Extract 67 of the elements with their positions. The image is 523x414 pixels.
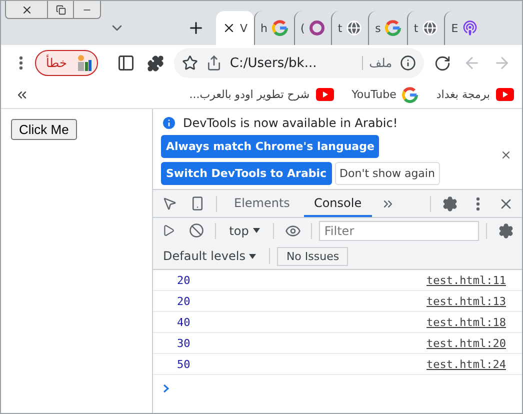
bookmark[interactable]: شرح تطوير اودو بالعرب... bbox=[189, 88, 334, 101]
bookmark[interactable]: YouTube bbox=[352, 86, 418, 102]
log-value: 50 bbox=[177, 358, 190, 370]
dropdown-arrow-icon bbox=[252, 228, 260, 233]
log-value: 20 bbox=[177, 294, 190, 308]
puzzle-icon bbox=[147, 54, 164, 72]
more-options-icon bbox=[476, 196, 480, 210]
settings-icon bbox=[498, 222, 514, 238]
log-value: 40 bbox=[177, 316, 190, 328]
context-dropdown[interactable]: top bbox=[223, 222, 266, 238]
profile-button[interactable]: خطأ bbox=[35, 50, 98, 76]
browser-tab[interactable]: E bbox=[444, 11, 484, 45]
reload-icon bbox=[434, 54, 450, 72]
info-icon bbox=[161, 115, 177, 131]
infobar-button[interactable]: Switch DevTools to Arabic bbox=[161, 162, 332, 185]
source-link[interactable]: test.html:18 bbox=[426, 316, 506, 328]
eye-icon bbox=[284, 222, 301, 238]
prompt-icon bbox=[163, 384, 169, 393]
ring-icon bbox=[308, 20, 325, 36]
broadcast-icon bbox=[462, 20, 478, 36]
source-link[interactable]: test.html:13 bbox=[426, 294, 506, 308]
source-link[interactable]: test.html:20 bbox=[426, 336, 506, 350]
devtools-tab[interactable]: Elements bbox=[224, 190, 300, 217]
address-field[interactable]: C:/Users/bk... bbox=[230, 56, 354, 70]
forward-arrow-icon bbox=[493, 54, 511, 72]
google-icon bbox=[384, 20, 401, 36]
log-value: 30 bbox=[177, 336, 190, 350]
browser-tab[interactable]: t bbox=[406, 11, 444, 45]
share-icon[interactable] bbox=[206, 55, 222, 71]
google-icon bbox=[402, 86, 418, 102]
click-me-button[interactable]: Click Me bbox=[11, 119, 77, 140]
side-panel-icon bbox=[116, 54, 135, 72]
play-icon bbox=[162, 224, 176, 237]
source-link[interactable]: test.html:11 bbox=[426, 274, 506, 286]
plus-icon bbox=[187, 19, 205, 37]
infobar-message: DevTools is now available in Arabic! bbox=[183, 116, 398, 130]
close-icon[interactable] bbox=[222, 21, 236, 35]
issues-button[interactable]: No Issues bbox=[277, 246, 348, 266]
ban-icon bbox=[188, 223, 204, 238]
info-icon[interactable] bbox=[400, 55, 416, 71]
browser-tab[interactable]: s bbox=[368, 11, 407, 45]
source-link[interactable]: test.html:24 bbox=[426, 358, 506, 370]
video-play-icon bbox=[496, 88, 514, 101]
bookmark[interactable]: برمجة بغداد bbox=[436, 88, 514, 101]
log-value: 20 bbox=[177, 274, 190, 286]
browser-tab[interactable]: t bbox=[330, 11, 368, 45]
bookmark-star-icon[interactable] bbox=[182, 55, 198, 71]
close-icon[interactable] bbox=[500, 149, 512, 161]
browser-tab[interactable]: h bbox=[254, 11, 294, 45]
restore-icon bbox=[56, 4, 66, 14]
infobar-button[interactable]: Always match Chrome's language bbox=[161, 135, 380, 158]
pointer-icon bbox=[162, 196, 176, 211]
settings-icon bbox=[442, 196, 458, 212]
close-icon bbox=[20, 4, 32, 16]
scheme-label: ملف bbox=[362, 56, 392, 70]
dropdown-arrow-icon bbox=[249, 254, 256, 258]
filter-field[interactable]: Filter bbox=[319, 220, 480, 240]
infobar-button[interactable]: Don't show again bbox=[334, 162, 440, 185]
levels-dropdown[interactable]: Default levels bbox=[157, 248, 262, 264]
google-icon bbox=[272, 20, 288, 36]
menu-icon bbox=[19, 56, 23, 70]
globe-icon bbox=[422, 20, 438, 36]
phone-icon bbox=[190, 196, 204, 211]
browser-tab[interactable]: ( bbox=[294, 11, 331, 45]
globe-icon bbox=[346, 20, 362, 36]
video-play-icon bbox=[316, 88, 334, 101]
browser-tab[interactable]: V bbox=[216, 11, 254, 45]
